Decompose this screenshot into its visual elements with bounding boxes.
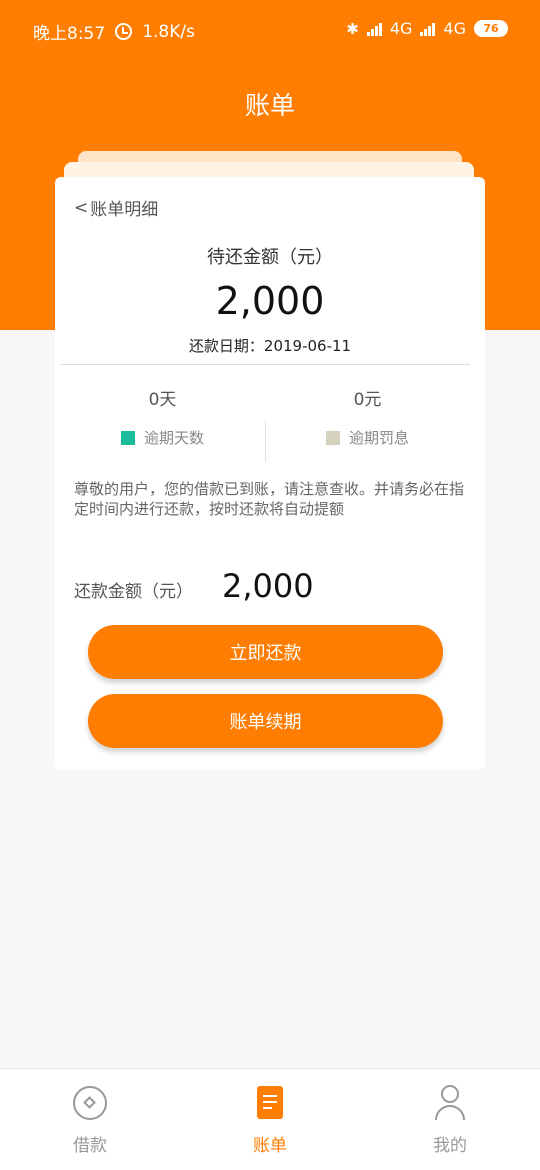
tab-mine[interactable]: 我的 xyxy=(400,1083,500,1156)
status-bar: 晚上8:57 1.8K/s ✱ 4G 4G 76 xyxy=(0,0,540,60)
divider xyxy=(60,364,470,365)
tab-mine-label: 我的 xyxy=(433,1136,467,1156)
battery-icon: 76 xyxy=(474,20,508,37)
tab-bill-label: 账单 xyxy=(253,1136,287,1156)
status-time: 晚上8:57 xyxy=(33,24,106,44)
due-amount-value: 2,000 xyxy=(215,279,325,323)
overdue-days-stat: 0天 逾期天数 xyxy=(55,385,270,448)
overdue-days-swatch xyxy=(120,430,135,445)
bluetooth-icon: ✱ xyxy=(346,19,359,38)
overdue-days-label: 逾期天数 xyxy=(143,429,204,447)
tab-loan[interactable]: 借款 xyxy=(40,1083,140,1156)
tab-loan-label: 借款 xyxy=(73,1136,107,1156)
signal-icon-2 xyxy=(420,22,436,36)
overdue-penalty-value: 0元 xyxy=(353,390,382,410)
bill-detail-link[interactable]: < 账单明细 xyxy=(74,195,159,221)
bottom-tab-bar: 借款 账单 我的 xyxy=(0,1068,540,1170)
overdue-penalty-swatch xyxy=(325,430,340,445)
due-date: 还款日期：2019-06-11 xyxy=(188,337,352,355)
notice-text: 尊敬的用户，您的借款已到账，请注意查收。并请务必在指定时间内进行还款，按时还款将… xyxy=(74,480,465,518)
alarm-icon xyxy=(115,23,133,40)
network-type-1: 4G xyxy=(389,19,413,38)
user-icon xyxy=(430,1083,470,1123)
page-title: 账单 xyxy=(244,91,295,120)
chevron-left-icon: < xyxy=(74,197,89,218)
overdue-penalty-label-row: 逾期罚息 xyxy=(260,427,475,448)
repay-amount-value: 2,000 xyxy=(222,567,314,605)
tab-bill[interactable]: 账单 xyxy=(220,1083,320,1156)
overdue-penalty-label: 逾期罚息 xyxy=(348,429,409,447)
overdue-days-value: 0天 xyxy=(148,390,177,410)
loan-icon xyxy=(70,1083,110,1123)
repay-amount-label: 还款金额（元） xyxy=(74,582,193,602)
signal-icon xyxy=(366,22,382,36)
bill-renew-button[interactable]: 账单续期 xyxy=(88,694,443,748)
overdue-days-label-row: 逾期天数 xyxy=(55,427,270,448)
status-left: 晚上8:57 1.8K/s xyxy=(33,19,195,45)
overdue-penalty-stat: 0元 逾期罚息 xyxy=(260,385,475,448)
bill-detail-label: 账单明细 xyxy=(90,200,159,220)
status-right: ✱ 4G 4G 76 xyxy=(346,19,508,38)
repay-amount-row: 还款金额（元） 2,000 xyxy=(74,567,474,611)
bill-icon xyxy=(250,1083,290,1123)
network-type-2: 4G xyxy=(443,19,466,38)
bill-card: < 账单明细 待还金额（元） 2,000 还款日期：2019-06-11 0天 … xyxy=(55,177,485,770)
repay-now-button[interactable]: 立即还款 xyxy=(88,625,443,679)
due-amount-label: 待还金额（元） xyxy=(207,247,333,268)
network-speed: 1.8K/s xyxy=(142,21,195,42)
